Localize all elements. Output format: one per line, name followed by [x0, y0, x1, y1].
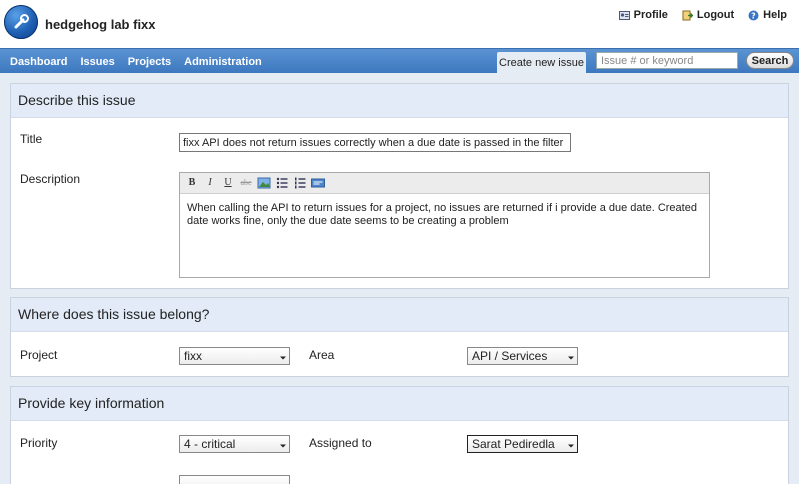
profile-link[interactable]: Profile	[618, 9, 668, 21]
help-icon: ?	[748, 10, 759, 20]
logout-icon	[682, 10, 693, 20]
search-button[interactable]: Search	[746, 52, 794, 69]
description-editor[interactable]: B I U abc When calling the API to return…	[179, 172, 710, 278]
title-label: Title	[20, 132, 43, 146]
priority-label: Priority	[20, 436, 58, 450]
description-label: Description	[20, 172, 81, 186]
area-select[interactable]: API / Services	[467, 347, 578, 365]
top-header: hedgehog lab fixx Profile Logout ? Help	[0, 0, 799, 48]
chevron-down-icon	[568, 356, 574, 360]
help-link[interactable]: ? Help	[748, 9, 787, 21]
description-text[interactable]: When calling the API to return issues fo…	[180, 194, 709, 236]
title-input[interactable]	[179, 133, 571, 152]
logout-label: Logout	[696, 9, 735, 21]
project-select[interactable]: fixx	[179, 347, 290, 365]
assigned-to-value: Sarat Pediredla	[472, 437, 555, 451]
tab-create-new-issue[interactable]: Create new issue	[497, 52, 586, 74]
underline-button[interactable]: U	[220, 175, 236, 191]
key-info-panel: Provide key information Priority 4 - cri…	[10, 386, 789, 484]
area-label: Area	[309, 348, 335, 362]
key-info-heading: Provide key information	[11, 387, 788, 421]
html-source-icon[interactable]	[310, 175, 326, 191]
nav-issues[interactable]: Issues	[80, 56, 114, 68]
italic-button[interactable]: I	[202, 175, 218, 191]
strikethrough-button[interactable]: abc	[238, 175, 254, 191]
bold-button[interactable]: B	[184, 175, 200, 191]
project-value: fixx	[184, 349, 202, 363]
priority-select[interactable]: 4 - critical	[179, 435, 290, 453]
app-logo-icon[interactable]	[4, 5, 38, 39]
nav-projects[interactable]: Projects	[128, 56, 171, 68]
chevron-down-icon	[280, 356, 286, 360]
main-nav: Dashboard Issues Projects Administration…	[0, 48, 799, 74]
help-label: Help	[763, 9, 787, 21]
assigned-to-select[interactable]: Sarat Pediredla	[467, 435, 578, 453]
describe-panel: Describe this issue Title Description B …	[10, 83, 789, 289]
nav-items: Dashboard Issues Projects Administration	[10, 56, 262, 68]
belong-heading: Where does this issue belong?	[11, 298, 788, 332]
nav-dashboard[interactable]: Dashboard	[10, 56, 67, 68]
numbered-list-icon[interactable]	[292, 175, 308, 191]
project-label: Project	[20, 348, 58, 362]
bullet-list-icon[interactable]	[274, 175, 290, 191]
top-links: Profile Logout ? Help	[618, 9, 787, 21]
insert-image-icon[interactable]	[256, 175, 272, 191]
search-input[interactable]	[596, 52, 738, 69]
describe-heading: Describe this issue	[11, 84, 788, 118]
belong-panel: Where does this issue belong? Project fi…	[10, 297, 789, 377]
assigned-to-label: Assigned to	[309, 436, 372, 450]
area-value: API / Services	[472, 349, 548, 363]
additional-select[interactable]	[179, 475, 290, 484]
profile-icon	[618, 10, 630, 20]
priority-value: 4 - critical	[184, 437, 236, 451]
profile-label: Profile	[633, 9, 668, 21]
svg-text:?: ?	[751, 11, 756, 20]
chevron-down-icon	[280, 444, 286, 448]
logout-link[interactable]: Logout	[682, 9, 734, 21]
app-title[interactable]: hedgehog lab fixx	[45, 17, 156, 32]
chevron-down-icon	[568, 444, 574, 448]
editor-toolbar: B I U abc	[180, 173, 709, 194]
nav-administration[interactable]: Administration	[184, 56, 262, 68]
